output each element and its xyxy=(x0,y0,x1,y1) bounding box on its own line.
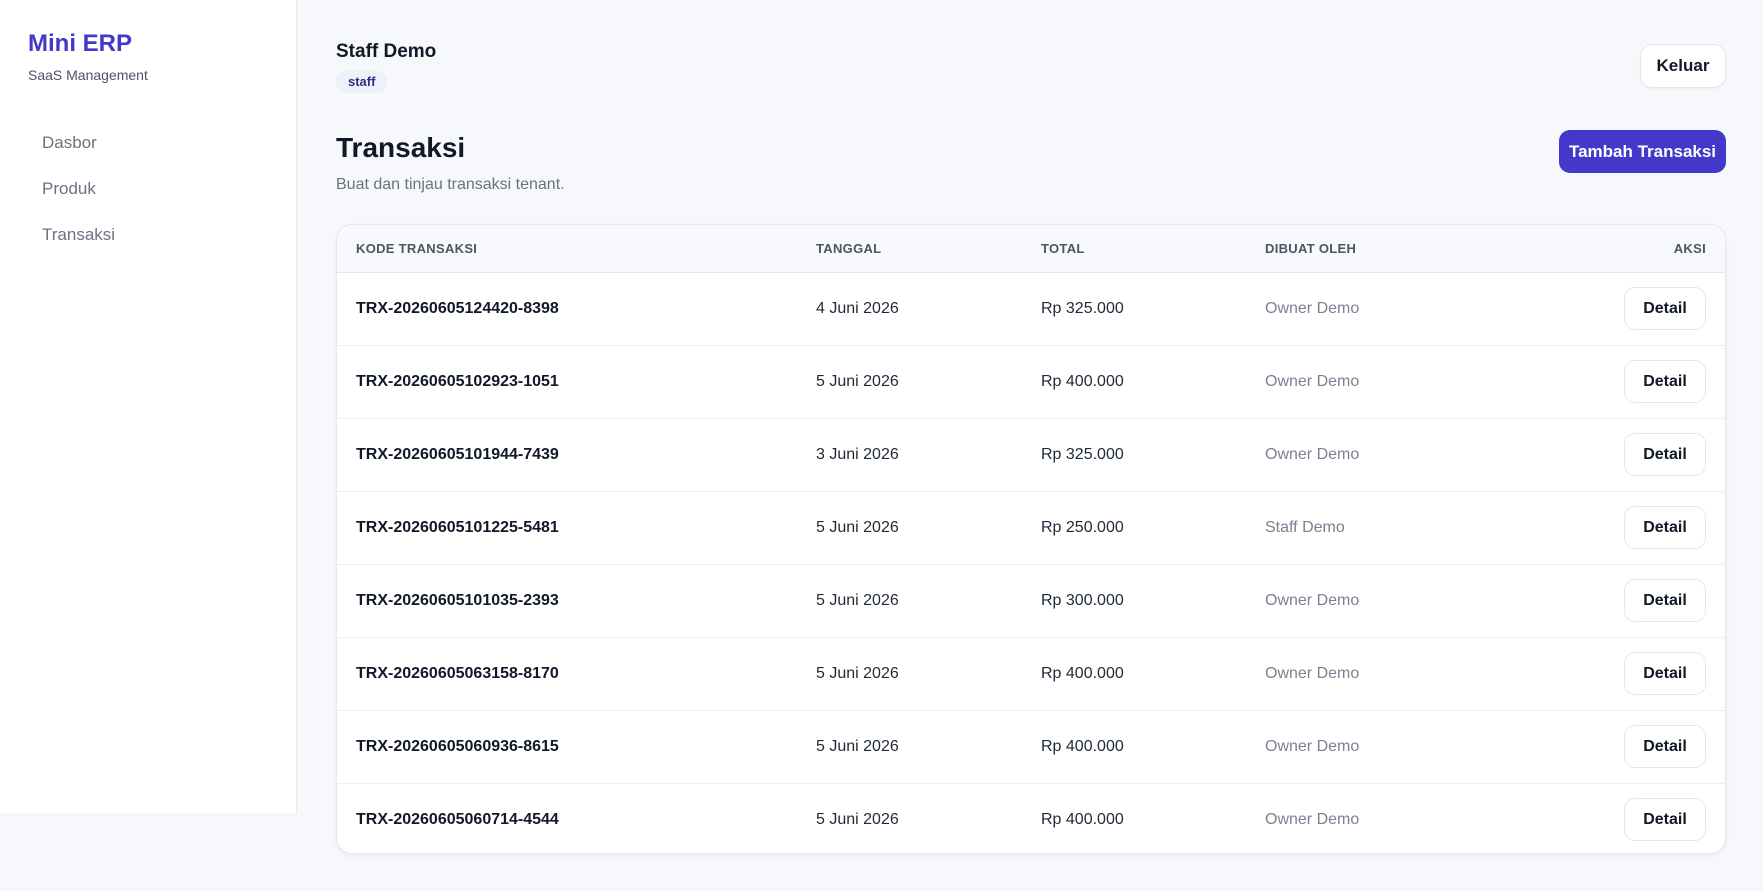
transaction-total: Rp 400.000 xyxy=(1041,372,1124,390)
transaction-created-by: Owner Demo xyxy=(1265,445,1360,463)
transaction-code: TRX-20260605063158-8170 xyxy=(356,664,559,682)
column-header-created-by: DIBUAT OLEH xyxy=(1265,225,1565,273)
transaction-total: Rp 300.000 xyxy=(1041,591,1124,609)
add-transaction-button[interactable]: Tambah Transaksi xyxy=(1559,130,1726,173)
transaction-date: 4 Juni 2026 xyxy=(816,299,899,317)
action-cell: Detail xyxy=(1565,272,1725,345)
column-header-code: KODE TRANSAKSI xyxy=(337,225,816,273)
logout-button[interactable]: Keluar xyxy=(1640,44,1726,88)
role-badge: staff xyxy=(336,71,388,93)
table-row: TRX-20260605060936-8615 5 Juni 2026 Rp 4… xyxy=(337,710,1725,783)
transaction-created-by: Owner Demo xyxy=(1265,664,1360,682)
transaction-date: 5 Juni 2026 xyxy=(816,737,899,755)
column-header-action: AKSI xyxy=(1565,225,1725,273)
transaction-created-by: Owner Demo xyxy=(1265,372,1360,390)
table-row: TRX-20260605101944-7439 3 Juni 2026 Rp 3… xyxy=(337,418,1725,491)
table-row: TRX-20260605060714-4544 5 Juni 2026 Rp 4… xyxy=(337,783,1725,853)
sidebar-nav: Dasbor Produk Transaksi xyxy=(28,125,268,263)
transaction-created-by: Staff Demo xyxy=(1265,518,1345,536)
sidebar-item-transaksi[interactable]: Transaksi xyxy=(28,217,268,263)
transaction-total: Rp 400.000 xyxy=(1041,810,1124,828)
transaction-code: TRX-20260605060936-8615 xyxy=(356,737,559,755)
transaction-created-by: Owner Demo xyxy=(1265,591,1360,609)
transaction-code: TRX-20260605101944-7439 xyxy=(356,445,559,463)
transaction-date: 5 Juni 2026 xyxy=(816,810,899,828)
action-cell: Detail xyxy=(1565,491,1725,564)
detail-button[interactable]: Detail xyxy=(1624,798,1706,842)
table-row: TRX-20260605102923-1051 5 Juni 2026 Rp 4… xyxy=(337,345,1725,418)
action-cell: Detail xyxy=(1565,783,1725,853)
table-header-row: KODE TRANSAKSI TANGGAL TOTAL DIBUAT OLEH… xyxy=(337,225,1725,273)
detail-button[interactable]: Detail xyxy=(1624,725,1706,768)
transaction-code: TRX-20260605101035-2393 xyxy=(356,591,559,609)
detail-button[interactable]: Detail xyxy=(1624,360,1706,403)
table-row: TRX-20260605101225-5481 5 Juni 2026 Rp 2… xyxy=(337,491,1725,564)
current-user-name: Staff Demo xyxy=(336,41,437,62)
page-title: Transaksi xyxy=(336,132,466,163)
detail-button[interactable]: Detail xyxy=(1624,287,1706,330)
sidebar-item-dasbor[interactable]: Dasbor xyxy=(28,125,268,171)
transaction-total: Rp 325.000 xyxy=(1041,299,1124,317)
column-header-date: TANGGAL xyxy=(816,225,1041,273)
transaction-code: TRX-20260605060714-4544 xyxy=(356,810,559,828)
sidebar-item-produk[interactable]: Produk xyxy=(28,171,268,217)
main-content: Staff Demo staff Keluar Transaksi Buat d… xyxy=(336,0,1726,891)
detail-button[interactable]: Detail xyxy=(1624,652,1706,695)
transaction-code: TRX-20260605101225-5481 xyxy=(356,518,559,536)
app-brand[interactable]: Mini ERP xyxy=(28,30,132,58)
transactions-table: KODE TRANSAKSI TANGGAL TOTAL DIBUAT OLEH… xyxy=(337,225,1725,853)
table-row: TRX-20260605101035-2393 5 Juni 2026 Rp 3… xyxy=(337,564,1725,637)
transaction-created-by: Owner Demo xyxy=(1265,299,1360,317)
transaction-date: 5 Juni 2026 xyxy=(816,372,899,390)
transaction-date: 5 Juni 2026 xyxy=(816,591,899,609)
app-brand-subtitle: SaaS Management xyxy=(28,67,148,83)
transaction-date: 5 Juni 2026 xyxy=(816,664,899,682)
detail-button[interactable]: Detail xyxy=(1624,433,1706,476)
action-cell: Detail xyxy=(1565,637,1725,710)
column-header-total: TOTAL xyxy=(1041,225,1265,273)
transaction-total: Rp 250.000 xyxy=(1041,518,1124,536)
transaction-date: 5 Juni 2026 xyxy=(816,518,899,536)
action-cell: Detail xyxy=(1565,564,1725,637)
transaction-code: TRX-20260605124420-8398 xyxy=(356,299,559,317)
transaction-date: 3 Juni 2026 xyxy=(816,445,899,463)
action-cell: Detail xyxy=(1565,710,1725,783)
transaction-created-by: Owner Demo xyxy=(1265,810,1360,828)
table-row: TRX-20260605063158-8170 5 Juni 2026 Rp 4… xyxy=(337,637,1725,710)
transaction-code: TRX-20260605102923-1051 xyxy=(356,372,559,390)
action-cell: Detail xyxy=(1565,345,1725,418)
transactions-table-card: KODE TRANSAKSI TANGGAL TOTAL DIBUAT OLEH… xyxy=(336,224,1726,854)
detail-button[interactable]: Detail xyxy=(1624,579,1706,622)
sidebar: Mini ERP SaaS Management Dasbor Produk T… xyxy=(0,0,297,813)
transaction-total: Rp 325.000 xyxy=(1041,445,1124,463)
action-cell: Detail xyxy=(1565,418,1725,491)
transaction-total: Rp 400.000 xyxy=(1041,737,1124,755)
detail-button[interactable]: Detail xyxy=(1624,506,1706,549)
transaction-created-by: Owner Demo xyxy=(1265,737,1360,755)
table-row: TRX-20260605124420-8398 4 Juni 2026 Rp 3… xyxy=(337,272,1725,345)
transaction-total: Rp 400.000 xyxy=(1041,664,1124,682)
page-subtitle: Buat dan tinjau transaksi tenant. xyxy=(336,176,565,193)
